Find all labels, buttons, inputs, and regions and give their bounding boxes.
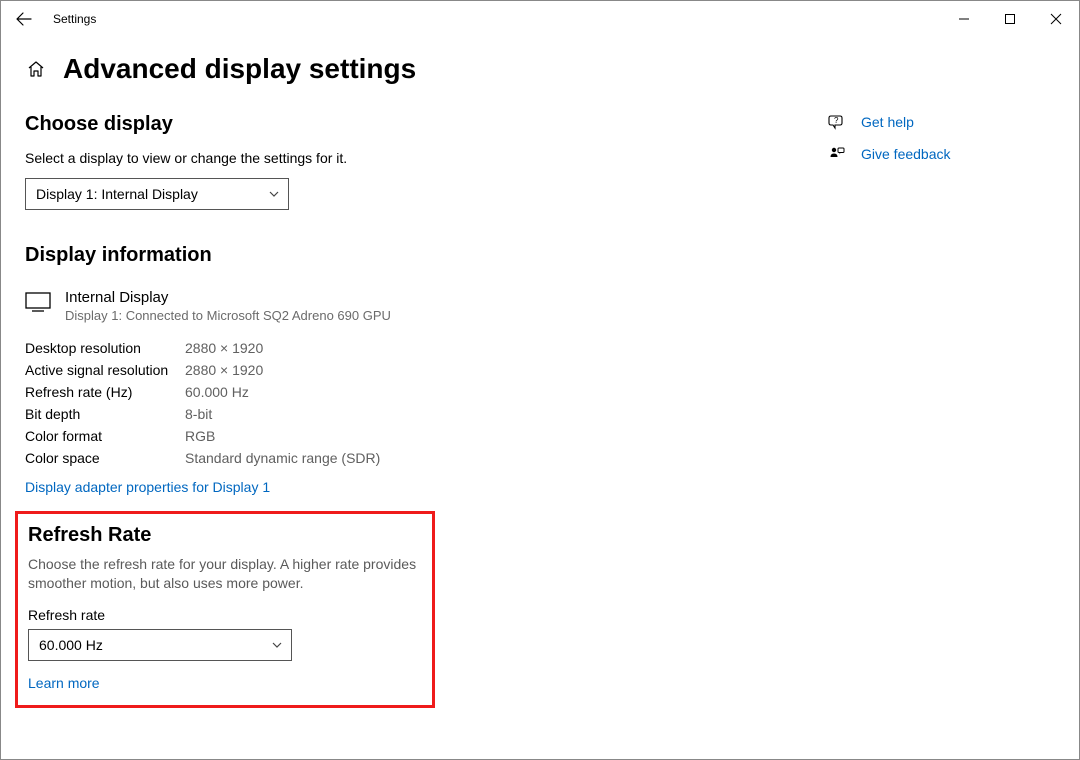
- info-value: 2880 × 1920: [185, 340, 263, 356]
- home-button[interactable]: [25, 58, 47, 80]
- display-info-heading: Display information: [25, 244, 815, 267]
- table-row: Bit depth8-bit: [25, 403, 815, 425]
- info-label: Bit depth: [25, 406, 185, 422]
- svg-text:?: ?: [834, 116, 839, 125]
- home-icon: [26, 59, 46, 79]
- learn-more-link[interactable]: Learn more: [28, 675, 100, 691]
- table-row: Desktop resolution2880 × 1920: [25, 337, 815, 359]
- display-name: Internal Display: [65, 289, 391, 306]
- adapter-properties-link[interactable]: Display adapter properties for Display 1: [25, 479, 270, 495]
- display-select[interactable]: Display 1: Internal Display: [25, 178, 289, 210]
- app-name: Settings: [53, 12, 96, 26]
- choose-display-heading: Choose display: [25, 113, 815, 136]
- table-row: Refresh rate (Hz)60.000 Hz: [25, 381, 815, 403]
- refresh-rate-section: Refresh Rate Choose the refresh rate for…: [15, 511, 435, 708]
- refresh-rate-hint: Choose the refresh rate for your display…: [28, 555, 422, 593]
- table-row: Color spaceStandard dynamic range (SDR): [25, 447, 815, 469]
- window-controls: [941, 1, 1079, 37]
- maximize-button[interactable]: [987, 1, 1033, 37]
- get-help-link[interactable]: ? Get help: [825, 113, 951, 131]
- get-help-label: Get help: [861, 114, 914, 130]
- give-feedback-label: Give feedback: [861, 146, 951, 162]
- display-info-table: Desktop resolution2880 × 1920 Active sig…: [25, 337, 815, 469]
- table-row: Color formatRGB: [25, 425, 815, 447]
- refresh-rate-select[interactable]: 60.000 Hz: [28, 629, 292, 661]
- display-subtitle: Display 1: Connected to Microsoft SQ2 Ad…: [65, 308, 391, 323]
- info-label: Color space: [25, 450, 185, 466]
- info-value: 8-bit: [185, 406, 212, 422]
- chevron-down-icon: [268, 188, 280, 200]
- refresh-rate-value: 60.000 Hz: [39, 637, 103, 653]
- refresh-rate-field-label: Refresh rate: [28, 607, 422, 623]
- back-button[interactable]: [1, 1, 47, 37]
- minimize-button[interactable]: [941, 1, 987, 37]
- feedback-icon: [825, 145, 849, 163]
- info-label: Color format: [25, 428, 185, 444]
- info-label: Refresh rate (Hz): [25, 384, 185, 400]
- give-feedback-link[interactable]: Give feedback: [825, 145, 951, 163]
- page-header: Advanced display settings: [25, 53, 1055, 85]
- display-summary: Internal Display Display 1: Connected to…: [25, 289, 815, 323]
- chevron-down-icon: [271, 639, 283, 651]
- choose-display-hint: Select a display to view or change the s…: [25, 150, 815, 166]
- info-value: RGB: [185, 428, 215, 444]
- display-select-value: Display 1: Internal Display: [36, 186, 198, 202]
- titlebar: Settings: [1, 1, 1079, 37]
- close-button[interactable]: [1033, 1, 1079, 37]
- minimize-icon: [958, 13, 970, 25]
- close-icon: [1050, 13, 1062, 25]
- info-value: 60.000 Hz: [185, 384, 249, 400]
- info-label: Active signal resolution: [25, 362, 185, 378]
- maximize-icon: [1004, 13, 1016, 25]
- table-row: Active signal resolution2880 × 1920: [25, 359, 815, 381]
- monitor-icon: [25, 291, 53, 318]
- info-label: Desktop resolution: [25, 340, 185, 356]
- help-icon: ?: [825, 113, 849, 131]
- page-title: Advanced display settings: [63, 53, 416, 85]
- info-value: Standard dynamic range (SDR): [185, 450, 380, 466]
- arrow-left-icon: [16, 11, 32, 27]
- info-value: 2880 × 1920: [185, 362, 263, 378]
- refresh-rate-heading: Refresh Rate: [28, 524, 422, 547]
